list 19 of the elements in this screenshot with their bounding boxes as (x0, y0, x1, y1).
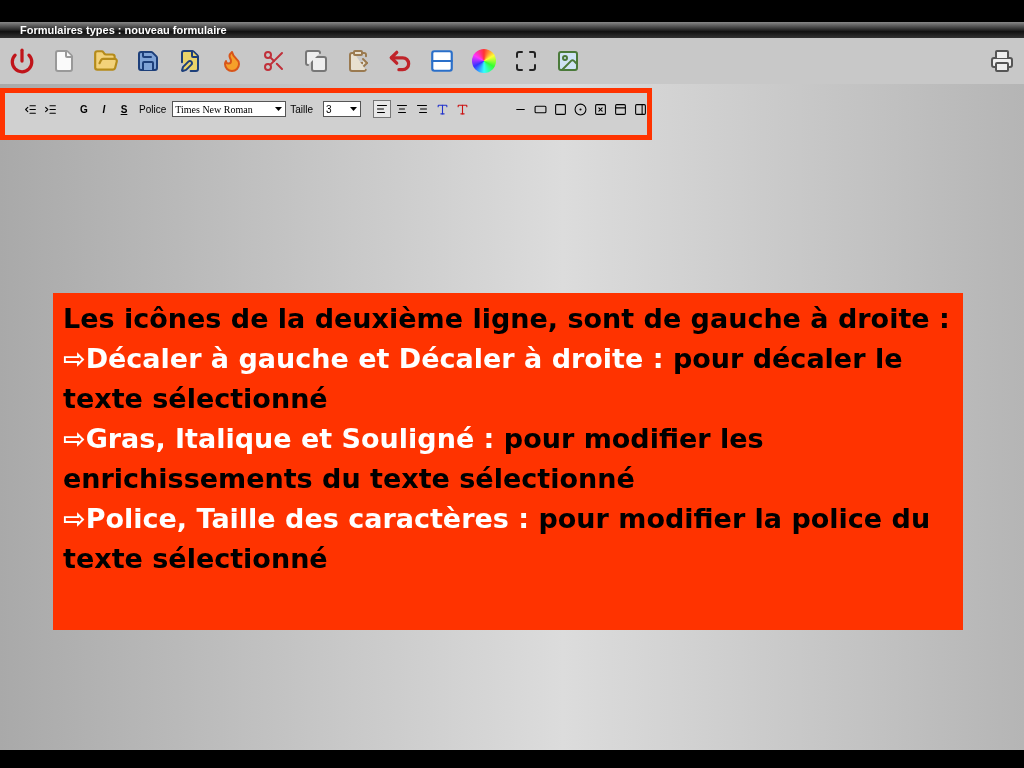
font-select[interactable]: Times New Roman (172, 101, 287, 117)
italic-button[interactable]: I (95, 100, 113, 118)
align-lines-icon (376, 103, 389, 115)
window-title: Formulaires types : nouveau formulaire (20, 24, 227, 36)
font-value: Times New Roman (175, 102, 253, 117)
dropdown-arrow-icon (350, 107, 358, 111)
callout-bullet: ⇨Police, Taille des caractères : pour modifier la police du texte sélectionné (63, 502, 932, 576)
underline-button[interactable]: S (115, 100, 133, 118)
bold-button[interactable]: G (75, 100, 93, 118)
size-label: Taille (290, 102, 314, 117)
dropdown-arrow-icon (275, 107, 283, 111)
radio-button-icon[interactable] (571, 100, 590, 118)
align-lines-icon (416, 103, 429, 115)
align-left-button[interactable] (373, 100, 392, 118)
font-label: Police (139, 102, 167, 117)
align-lines-icon (396, 103, 409, 115)
callout-intro: Les icônes de la deuxième ligne, sont de gauche à droite : (63, 302, 951, 336)
size-select[interactable]: 3 (323, 101, 362, 117)
size-value: 3 (326, 102, 332, 117)
